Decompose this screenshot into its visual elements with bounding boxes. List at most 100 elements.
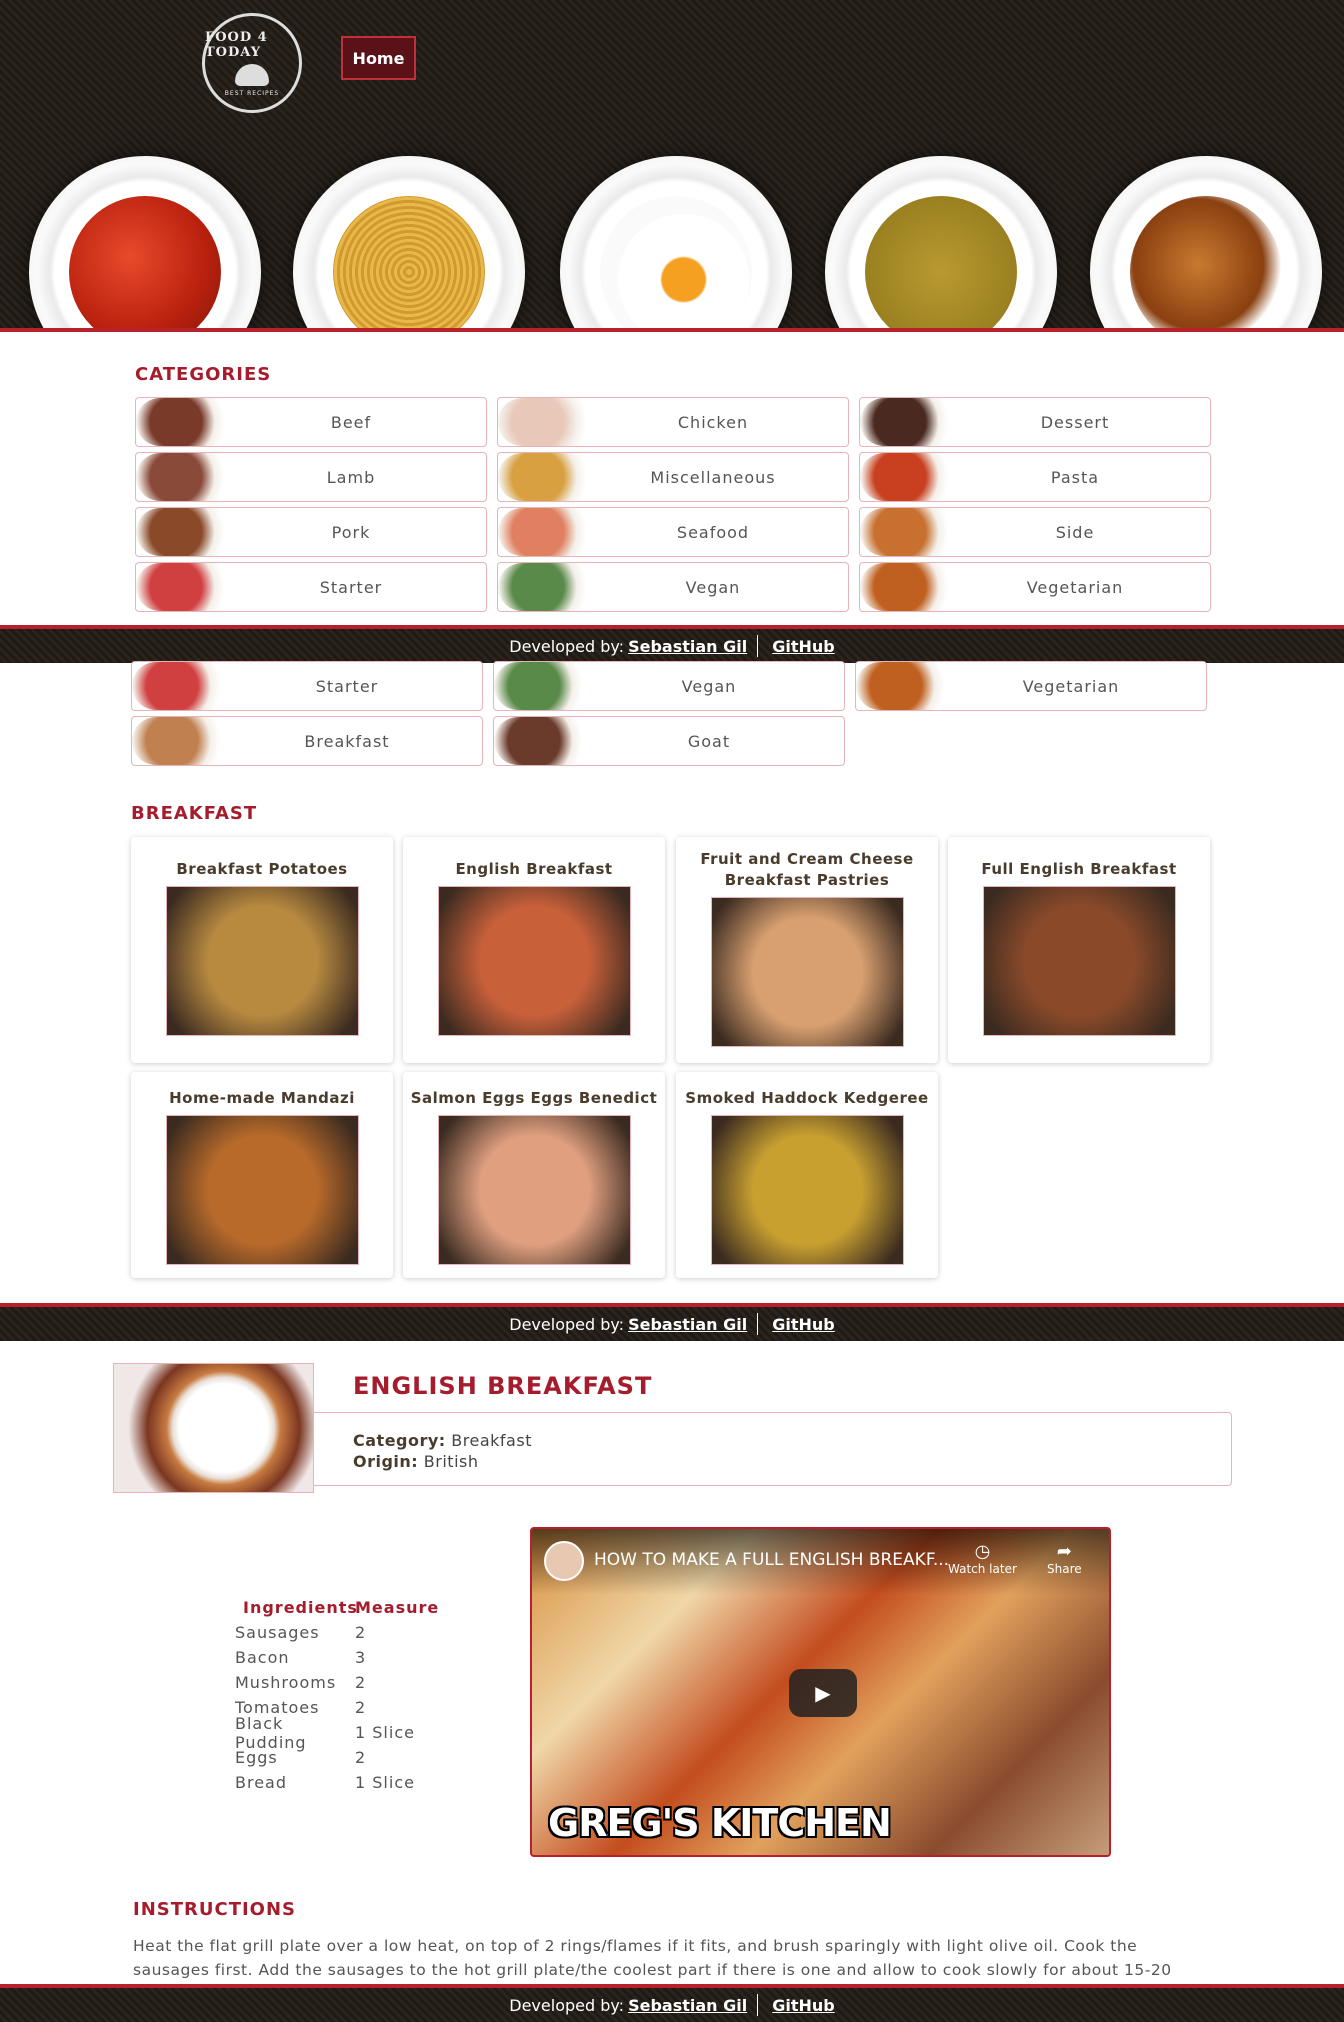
ingredient-measure: 2 [355,1748,367,1767]
category-card[interactable]: Breakfast [131,716,483,766]
meal-image [710,1115,904,1265]
category-card[interactable]: Dessert [859,397,1211,447]
watch-later-button[interactable]: ◷ Watch later [948,1541,1017,1576]
footer-separator [757,1313,759,1335]
ingredient-name: Black Pudding [235,1713,307,1752]
category-thumbnail [136,563,236,611]
meal-card[interactable]: Smoked Haddock Kedgeree [676,1072,938,1278]
clock-icon: ◷ [974,1541,991,1562]
category-thumbnail [136,453,236,501]
site-header: FOOD 4 TODAY BEST RECIPES Home [0,0,1344,328]
developer-link[interactable]: Sebastian Gil [628,637,747,656]
category-card[interactable]: Pork [135,507,487,557]
share-button[interactable]: ➦ Share [1047,1541,1082,1576]
ingredient-measure: 1 Slice [355,1773,415,1792]
category-label: Vegetarian [1026,577,1124,597]
meal-title: Salmon Eggs Eggs Benedict [410,1089,658,1107]
category-label: Starter [319,577,383,597]
meal-title: English Breakfast [455,860,613,878]
meal-image [710,897,904,1047]
meal-card[interactable]: English Breakfast [403,837,665,1063]
category-label: Lamb [326,467,376,487]
category-card[interactable]: Starter [131,661,483,711]
category-thumbnail [860,453,960,501]
ingredient-row: Black Pudding 1 Slice [235,1714,445,1752]
category-label: Pork [331,522,371,542]
ingredients-table: Ingredients Measure Sausages 2 Bacon 3 Mushr… [235,1595,445,1795]
category-label: Dessert [1040,412,1110,432]
category-card[interactable]: Chicken [497,397,849,447]
category-card[interactable]: Lamb [135,452,487,502]
ingredient-row: Sausages 2 [235,1620,445,1645]
measure-header: Measure [355,1598,440,1617]
home-nav-button[interactable]: Home [341,36,416,80]
category-thumbnail [860,563,960,611]
origin-value: British [423,1452,479,1471]
category-card[interactable]: Vegan [493,661,845,711]
meal-image [437,1115,631,1265]
meal-card[interactable]: Fruit and Cream Cheese Breakfast Pastrie… [676,837,938,1063]
category-card[interactable]: Vegan [497,562,849,612]
category-thumbnail [498,453,598,501]
play-button[interactable]: ▶ [789,1669,857,1717]
category-card[interactable]: Side [859,507,1211,557]
origin-label: Origin: [353,1452,419,1471]
category-card[interactable]: Vegetarian [859,562,1211,612]
meal-title: Home-made Mandazi [169,1089,355,1107]
category-thumbnail [136,398,236,446]
meal-card[interactable]: Home-made Mandazi [131,1072,393,1278]
category-card[interactable]: Seafood [497,507,849,557]
meal-title: Breakfast Potatoes [176,860,348,878]
meal-title: Full English Breakfast [981,860,1177,878]
ingredients-header-row: Ingredients Measure [235,1595,445,1620]
ingredient-row: Bacon 3 [235,1645,445,1670]
category-thumbnail [494,662,594,710]
hero-plate [560,156,792,328]
logo-subtitle: BEST RECIPES [224,89,280,97]
categories-title: CATEGORIES [135,364,272,385]
meal-card[interactable]: Breakfast Potatoes [131,837,393,1063]
fried-egg-image [600,196,752,328]
category-label: Starter [315,676,379,696]
category-value: Breakfast [451,1431,532,1450]
meal-card[interactable]: Full English Breakfast [948,837,1210,1063]
ingredient-name: Sausages [235,1623,320,1642]
site-logo[interactable]: FOOD 4 TODAY BEST RECIPES [202,13,302,113]
youtube-video-embed[interactable]: HOW TO MAKE A FULL ENGLISH BREAKF... ◷ W… [530,1527,1111,1857]
github-link[interactable]: GitHub [772,1315,835,1334]
category-label: Vegan [681,676,737,696]
category-card[interactable]: Miscellaneous [497,452,849,502]
developer-link[interactable]: Sebastian Gil [628,1996,747,2015]
github-link[interactable]: GitHub [772,637,835,656]
croissant-image [1130,196,1282,328]
category-thumbnail [498,508,598,556]
category-thumbnail [132,662,232,710]
logo-text: FOOD 4 TODAY [205,29,268,60]
meal-image [165,1115,359,1265]
meal-title: Fruit and Cream Cheese Breakfast Pastrie… [700,850,914,889]
ingredient-row: Eggs 2 [235,1745,445,1770]
watch-later-label: Watch later [948,1562,1017,1576]
github-link[interactable]: GitHub [772,1996,835,2015]
ingredient-name: Bread [235,1773,288,1792]
site-footer: Developed by: Sebastian Gil GitHub [0,625,1344,663]
category-card[interactable]: Vegetarian [855,661,1207,711]
category-thumbnail [856,662,956,710]
category-label: Breakfast [304,731,390,751]
video-title[interactable]: HOW TO MAKE A FULL ENGLISH BREAKF... [594,1550,949,1570]
ingredient-name: Eggs [235,1748,278,1767]
ingredient-measure: 2 [355,1698,367,1717]
category-card[interactable]: Pasta [859,452,1211,502]
category-card[interactable]: Starter [135,562,487,612]
channel-avatar[interactable] [544,1541,584,1581]
category-label: Category: [353,1431,446,1450]
category-card[interactable]: Goat [493,716,845,766]
developer-link[interactable]: Sebastian Gil [628,1315,747,1334]
meal-card[interactable]: Salmon Eggs Eggs Benedict [403,1072,665,1278]
category-card[interactable]: Beef [135,397,487,447]
category-thumbnail [498,563,598,611]
category-thumbnail [860,398,960,446]
ingredients-header: Ingredients [243,1598,358,1617]
ingredient-measure: 1 Slice [355,1723,415,1742]
ingredient-measure: 2 [355,1623,367,1642]
